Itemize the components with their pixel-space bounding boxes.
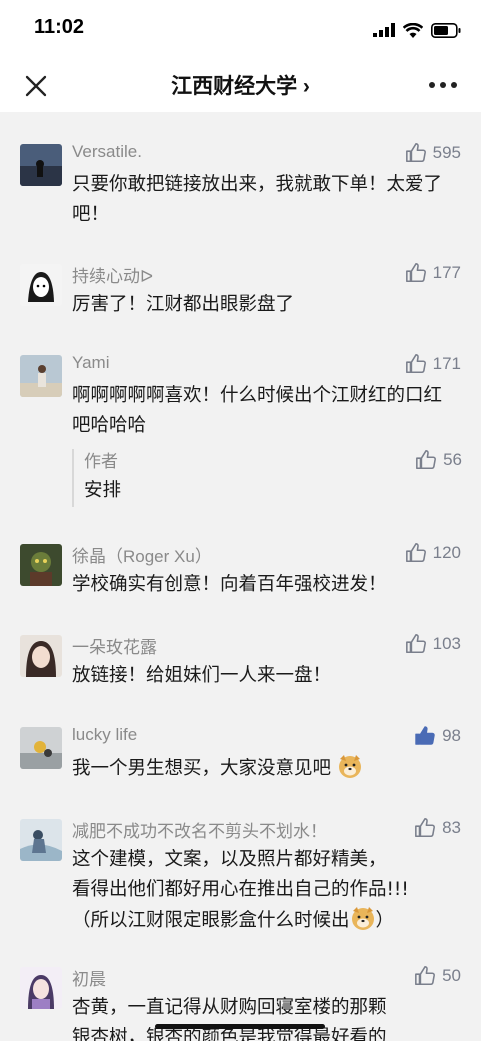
thumbs-up-icon: [415, 966, 436, 986]
like-button[interactable]: 103: [405, 633, 461, 655]
username[interactable]: 持续心动ᐅ: [72, 262, 153, 287]
comment-line-tail: ）: [375, 910, 395, 931]
more-icon[interactable]: [429, 82, 457, 88]
username[interactable]: lucky life: [72, 725, 137, 745]
comment-text: 学校确实有创意！向着百年强校进发！: [72, 570, 452, 600]
comment-line-text: （所以江财限定眼影盒什么时候出: [72, 910, 350, 931]
avatar[interactable]: [20, 635, 62, 677]
status-icons: [373, 20, 461, 40]
username[interactable]: 一朵玫花露: [72, 633, 157, 658]
avatar[interactable]: [20, 264, 62, 306]
like-count: 120: [432, 543, 461, 562]
comment-line: 杏黄，一直记得从财购回寝室楼的那颗: [72, 997, 387, 1018]
author-reply: 作者 安排 56: [72, 449, 462, 507]
thumbs-up-icon: [416, 450, 437, 470]
thumbs-up-icon: [415, 818, 436, 838]
comment-body: 啊啊啊啊啊喜欢！什么时候出个江财红的口红吧哈哈哈: [72, 385, 443, 436]
comment-text: 厉害了！江财都出眼影盘了: [72, 290, 452, 320]
comment-line: （所以江财限定眼影盒什么时候出 ）: [72, 905, 472, 936]
like-button[interactable]: 83: [414, 817, 461, 839]
avatar[interactable]: [20, 727, 62, 769]
comment-text: 啊啊啊啊啊喜欢！什么时候出个江财红的口红吧哈哈哈: [72, 381, 452, 441]
like-count: 56: [443, 450, 462, 469]
avatar[interactable]: [20, 544, 62, 586]
username[interactable]: Versatile.: [72, 142, 142, 162]
doge-emoji-icon: [338, 755, 361, 778]
status-bar: 11:02: [0, 0, 481, 58]
comment-line: 这个建模，文案，以及照片都好精美，: [72, 849, 387, 870]
reply-like-button[interactable]: 56: [415, 449, 462, 471]
username[interactable]: 减肥不成功不改名不剪头不划水！: [72, 817, 327, 842]
comment-text: 这个建模，文案，以及照片都好精美， 看得出他们都好用心在推出自己的作品!!! （…: [72, 845, 472, 936]
like-button[interactable]: 595: [405, 142, 461, 164]
like-button[interactable]: 171: [405, 353, 461, 375]
status-time: 11:02: [34, 16, 85, 38]
like-count: 98: [442, 726, 461, 745]
like-count: 83: [442, 818, 461, 837]
like-count: 50: [442, 966, 461, 985]
doge-emoji-icon: [351, 907, 374, 930]
reply-text: 安排: [84, 480, 122, 501]
like-count: 171: [432, 354, 461, 373]
comment-text: 放链接！给姐妹们一人来一盘！: [72, 661, 452, 691]
battery-icon: [431, 22, 461, 38]
thumbs-up-icon: [405, 143, 426, 163]
comment-body: 我一个男生想买，大家没意见吧: [72, 758, 332, 779]
comment-text: 我一个男生想买，大家没意见吧: [72, 753, 452, 784]
like-count: 595: [432, 143, 461, 162]
reply-author[interactable]: 作者: [84, 449, 462, 475]
avatar[interactable]: [20, 355, 62, 397]
like-button[interactable]: 120: [405, 542, 461, 564]
comment-line: 看得出他们都好用心在推出自己的作品!!!: [72, 879, 409, 900]
thumbs-up-icon: [405, 543, 426, 563]
username[interactable]: 初晨: [72, 965, 106, 990]
wifi-icon: [403, 22, 423, 38]
comment-body: 放链接！给姐妹们一人来一盘！: [72, 665, 332, 686]
home-indicator[interactable]: [155, 1024, 325, 1029]
username[interactable]: Yami: [72, 353, 109, 373]
like-button[interactable]: 98: [414, 725, 461, 747]
username[interactable]: 徐晶（Roger Xu）: [72, 542, 212, 567]
nav-bar: 江西财经大学 ›: [0, 58, 481, 112]
thumbs-up-filled-icon: [415, 726, 435, 745]
thumbs-up-icon: [405, 263, 426, 283]
avatar[interactable]: [20, 967, 62, 1009]
avatar[interactable]: [20, 144, 62, 186]
avatar[interactable]: [20, 819, 62, 861]
thumbs-up-icon: [405, 634, 426, 654]
comment-body: 只要你敢把链接放出来，我就敢下单！太爱了吧！: [72, 174, 443, 225]
like-button[interactable]: 50: [414, 965, 461, 987]
comment-text: 只要你敢把链接放出来，我就敢下单！太爱了吧！: [72, 170, 452, 230]
like-count: 103: [432, 634, 461, 653]
comment-body: 学校确实有创意！向着百年强校进发！: [72, 574, 387, 595]
like-button[interactable]: 177: [405, 262, 461, 284]
comment-body: 厉害了！江财都出眼影盘了: [72, 294, 295, 315]
page-title[interactable]: 江西财经大学 ›: [0, 70, 481, 100]
thumbs-up-icon: [405, 354, 426, 374]
like-count: 177: [432, 263, 461, 282]
comment-text: 杏黄，一直记得从财购回寝室楼的那颗 银杏树，银杏的颜色是我觉得最好看的: [72, 993, 472, 1041]
signal-icon: [373, 23, 395, 37]
